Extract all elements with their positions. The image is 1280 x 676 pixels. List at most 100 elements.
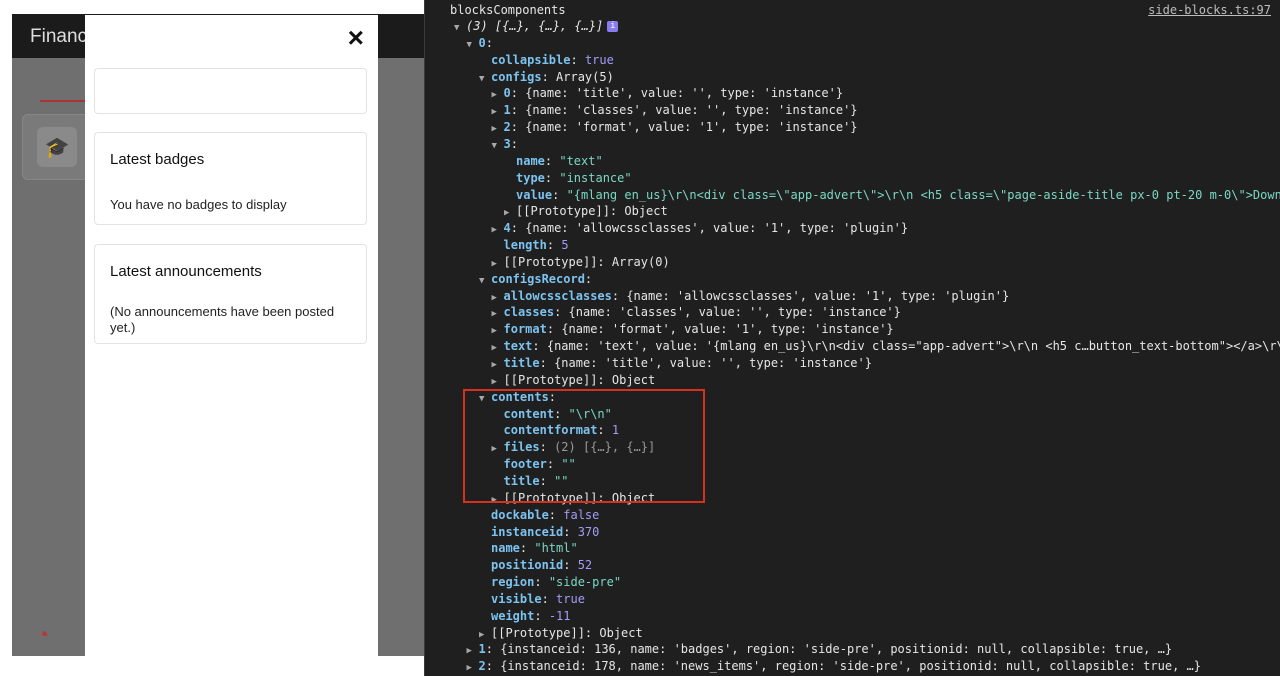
expand-down-icon[interactable]: ▼: [479, 71, 491, 87]
expand-right-icon[interactable]: ▶: [492, 87, 504, 103]
console-row[interactable]: ▶ [[Prototype]]: Object: [492, 490, 656, 506]
console-value: true: [584, 52, 614, 67]
console-row: instanceid: 370: [479, 524, 599, 540]
console-row[interactable]: ▶ 0: {name: 'title', value: '', type: 'in…: [492, 85, 844, 101]
console-key: configsRecord: [491, 271, 585, 286]
console-row[interactable]: ▼ configsRecord:: [479, 271, 592, 287]
console-value: {name: 'classes', value: '', type: 'inst…: [525, 103, 858, 118]
expand-right-icon[interactable]: ▶: [492, 340, 504, 356]
console-key: 1: [503, 103, 511, 118]
console-value: "side-pre": [548, 575, 622, 590]
console-row[interactable]: ▼ (3) [{…}, {…}, {…}] i: [454, 18, 619, 36]
expand-right-icon[interactable]: ▶: [467, 660, 479, 676]
dashboard-icon[interactable]: ◔: [36, 622, 49, 648]
console-row[interactable]: ▶ [[Prototype]]: Object: [479, 625, 643, 641]
console-key: [[Prototype]]: [503, 490, 598, 505]
expand-down-icon[interactable]: ▼: [479, 273, 491, 289]
console-key: format: [503, 322, 547, 337]
expand-right-icon[interactable]: ▶: [504, 205, 516, 221]
expand-right-icon[interactable]: ▶: [492, 374, 504, 390]
console-key: [[Prototype]]: [516, 204, 610, 219]
console-summary: (3) [{…}, {…}, {…}]: [466, 19, 604, 33]
console-separator: :: [544, 153, 560, 168]
expand-right-icon[interactable]: ▶: [492, 121, 504, 137]
console-key: allowcssclasses: [503, 288, 612, 303]
source-link[interactable]: side-blocks.ts:97: [1148, 3, 1271, 17]
console-row[interactable]: ▶ 4: {name: 'allowcssclasses', value: '1'…: [492, 220, 909, 236]
console-key: type: [516, 170, 545, 185]
expand-right-icon[interactable]: ▶: [492, 492, 504, 508]
expand-down-icon[interactable]: ▼: [454, 20, 466, 36]
console-row[interactable]: ▶ [[Prototype]]: Object: [504, 203, 668, 219]
expand-right-icon[interactable]: ▶: [467, 643, 479, 659]
console-row: name: "html": [479, 540, 578, 556]
console-row[interactable]: ▼ contents:: [479, 389, 556, 405]
console-row[interactable]: ▶ allowcssclasses: {name: 'allowcssclasse…: [492, 288, 1010, 304]
info-icon[interactable]: i: [607, 21, 619, 32]
console-separator: :: [546, 238, 562, 253]
console-row[interactable]: ▶ [[Prototype]]: Object: [492, 372, 656, 388]
expand-right-icon[interactable]: ▶: [492, 222, 504, 238]
console-value: "": [554, 473, 569, 488]
close-icon[interactable]: ×: [348, 23, 364, 53]
expand-right-icon[interactable]: ▶: [492, 256, 504, 272]
console-separator: :: [534, 608, 549, 623]
console-row[interactable]: ▶ [[Prototype]]: Array(0): [492, 254, 670, 270]
console-row[interactable]: ▶ 1: {name: 'classes', value: '', type: '…: [492, 102, 858, 118]
console-separator: :: [563, 558, 578, 573]
console-value: {name: 'allowcssclasses', value: '1', ty…: [525, 221, 909, 236]
console-row[interactable]: ▶ format: {name: 'format', value: '1', ty…: [492, 321, 894, 337]
console-value: Object: [599, 625, 643, 640]
console-separator: :: [584, 625, 600, 640]
console-separator: :: [584, 271, 593, 286]
console-separator: :: [548, 507, 564, 522]
announcements-block-text: (No announcements have been posted yet.): [110, 304, 335, 335]
console-row: weight: -11: [479, 608, 571, 624]
console-row[interactable]: ▼ 0:: [467, 35, 493, 51]
console-row[interactable]: ▶ 2: {name: 'format', value: '1', type: '…: [492, 119, 858, 135]
console-key: [[Prototype]]: [503, 372, 598, 387]
console-separator: :: [510, 86, 526, 101]
console-value: 52: [577, 558, 593, 573]
console-row[interactable]: ▶ title: {name: 'title', value: '', type:…: [492, 355, 872, 371]
console-row[interactable]: ▶ files: (2) [{…}, {…}]: [492, 439, 656, 455]
expand-down-icon[interactable]: ▼: [479, 391, 491, 407]
console-key: 1: [478, 642, 486, 657]
console-row[interactable]: ▶ text: {name: 'text', value: '{mlang en_…: [492, 338, 1280, 354]
console-row: visible: true: [479, 591, 585, 607]
console-value: {name: 'text', value: '{mlang en_us}\r\n…: [546, 339, 1280, 354]
console-value: Object: [624, 204, 668, 219]
console-row[interactable]: ▶ 1: {instanceid: 136, name: 'badges', re…: [467, 641, 1173, 657]
console-row[interactable]: ▶ classes: {name: 'classes', value: '', t…: [492, 304, 901, 320]
console-row: region: "side-pre": [479, 574, 621, 590]
console-value: "": [561, 457, 576, 472]
console-separator: :: [541, 69, 557, 84]
console-value: "\r\n": [568, 406, 612, 421]
console-key: value: [516, 187, 553, 202]
console-value: {instanceid: 136, name: 'badges', region…: [500, 642, 1173, 657]
expand-right-icon[interactable]: ▶: [492, 323, 504, 339]
console-row[interactable]: ▶ 2: {instanceid: 178, name: 'news_items'…: [467, 658, 1201, 674]
console-separator: :: [541, 591, 557, 606]
console-key: visible: [491, 591, 542, 606]
console-row: content: "\r\n": [492, 406, 612, 422]
expand-down-icon[interactable]: ▼: [492, 138, 504, 154]
expand-down-icon[interactable]: ▼: [467, 37, 479, 53]
expand-right-icon[interactable]: ▶: [479, 627, 491, 643]
expand-right-icon[interactable]: ▶: [492, 306, 504, 322]
console-key: 3: [503, 136, 511, 151]
expand-right-icon[interactable]: ▶: [492, 441, 504, 457]
course-card[interactable]: 🎓: [22, 114, 94, 180]
console-separator: :: [611, 288, 627, 303]
announcements-block-title: Latest announcements: [110, 263, 262, 280]
expand-right-icon[interactable]: ▶: [492, 104, 504, 120]
console-separator: :: [510, 221, 526, 236]
console-row[interactable]: ▼ 3:: [492, 136, 518, 152]
console-value: true: [556, 591, 585, 606]
console-separator: :: [552, 187, 567, 202]
console-value: {instanceid: 178, name: 'news_items', re…: [500, 659, 1201, 674]
console-value: Array(0): [611, 254, 670, 269]
expand-right-icon[interactable]: ▶: [492, 290, 504, 306]
console-row[interactable]: ▼ configs: Array(5): [479, 69, 614, 85]
expand-right-icon[interactable]: ▶: [492, 357, 504, 373]
